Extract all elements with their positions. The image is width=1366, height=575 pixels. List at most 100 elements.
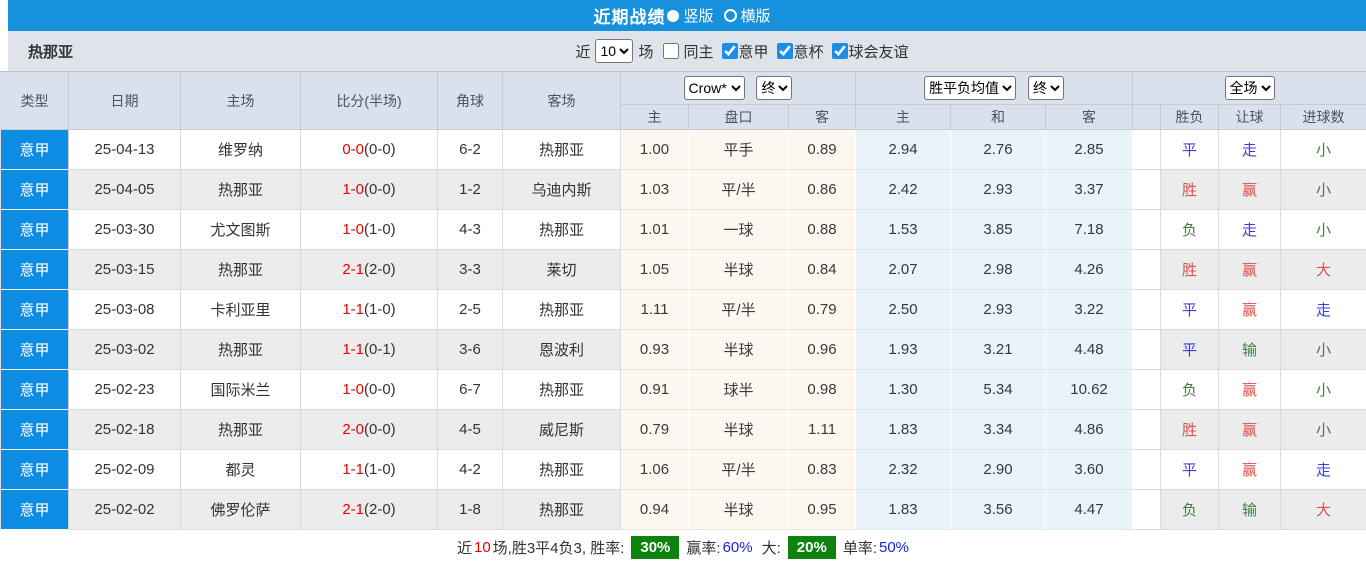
handicap-result: 赢: [1219, 370, 1282, 410]
handicap-result: 输: [1219, 330, 1282, 370]
match-date: 25-03-08: [69, 290, 181, 330]
odds-company-select[interactable]: Crow*: [683, 76, 745, 100]
fulltime-score: 2-1: [342, 501, 364, 518]
league-checkbox-serie-a[interactable]: [721, 43, 738, 59]
home-team[interactable]: 都灵: [181, 450, 301, 490]
header-handicap-result: 让球: [1219, 105, 1282, 130]
halftime-score: (0-0): [364, 421, 396, 438]
header-home: 主场: [181, 72, 301, 130]
away-team[interactable]: 乌迪内斯: [503, 170, 621, 210]
match-row: 意甲 25-04-05 热那亚 1-0(0-0) 1-2 乌迪内斯 1.03 平…: [1, 170, 1366, 210]
horizontal-layout-label[interactable]: 横版: [741, 5, 771, 26]
header-date: 日期: [69, 72, 181, 130]
avg-home-odds: 2.50: [856, 290, 951, 330]
avg-draw-odds: 2.93: [951, 290, 1046, 330]
league-checkbox-coppa-italia[interactable]: [776, 43, 793, 59]
corners: 3-6: [438, 330, 503, 370]
halftime-score: (0-0): [364, 381, 396, 398]
goal-result: 大: [1281, 250, 1366, 290]
handicap-result: 输: [1219, 490, 1282, 530]
recent-count-select[interactable]: 10: [595, 39, 634, 63]
handicap-away-odds: 0.79: [789, 290, 856, 330]
goal-result: 走: [1281, 290, 1366, 330]
away-team[interactable]: 热那亚: [503, 490, 621, 530]
handicap-line: 半球: [689, 250, 789, 290]
avg-draw-odds: 2.90: [951, 450, 1046, 490]
home-team[interactable]: 国际米兰: [181, 370, 301, 410]
single-rate-label: 单率:: [842, 539, 877, 557]
home-team[interactable]: 维罗纳: [181, 130, 301, 170]
handicap-away-odds: 0.84: [789, 250, 856, 290]
score-cell: 1-1(1-0): [301, 290, 438, 330]
spacer-cell: [1133, 370, 1162, 410]
avg-home-odds: 2.42: [856, 170, 951, 210]
home-team[interactable]: 佛罗伦萨: [181, 490, 301, 530]
away-team[interactable]: 热那亚: [503, 450, 621, 490]
halftime-score: (1-0): [364, 221, 396, 238]
handicap-home-odds: 0.93: [621, 330, 689, 370]
handicap-home-odds: 0.94: [621, 490, 689, 530]
match-result: 负: [1161, 370, 1220, 410]
match-row: 意甲 25-02-02 佛罗伦萨 2-1(2-0) 1-8 热那亚 0.94 半…: [1, 490, 1366, 530]
league-badge: 意甲: [1, 290, 69, 330]
halftime-score: (1-0): [364, 301, 396, 318]
avg-odds-select[interactable]: 胜平负均值: [924, 76, 1017, 100]
home-team[interactable]: 卡利亚里: [181, 290, 301, 330]
header-result: 胜负: [1161, 105, 1220, 130]
handicap-home-odds: 0.79: [621, 410, 689, 450]
away-team[interactable]: 热那亚: [503, 210, 621, 250]
vertical-layout-radio-icon[interactable]: [667, 9, 680, 22]
away-team[interactable]: 恩波利: [503, 330, 621, 370]
fulltime-score: 1-0: [342, 221, 364, 238]
handicap-home-odds: 1.03: [621, 170, 689, 210]
handicap-section-header: Crow* 终: [621, 72, 856, 105]
avg-home-odds: 2.07: [856, 250, 951, 290]
score-cell: 1-0(0-0): [301, 370, 438, 410]
vertical-layout-label[interactable]: 竖版: [683, 5, 713, 26]
home-team[interactable]: 热那亚: [181, 330, 301, 370]
home-team[interactable]: 热那亚: [181, 170, 301, 210]
header-handicap-home: 主: [621, 105, 689, 130]
goal-result: 小: [1281, 210, 1366, 250]
recent-results-table: 类型 日期 主场 比分(半场) 角球 客场 Crow* 终 胜平负均值 终 全场…: [0, 71, 1366, 530]
home-team[interactable]: 热那亚: [181, 250, 301, 290]
match-date: 25-02-09: [69, 450, 181, 490]
odds-company-time-select[interactable]: 终: [756, 76, 793, 100]
avg-home-odds: 1.83: [856, 410, 951, 450]
header-corner: 角球: [438, 72, 503, 130]
fulltime-score: 2-1: [342, 261, 364, 278]
corners: 1-2: [438, 170, 503, 210]
filterbar: 热那亚 近 10 场 同主 意甲 意杯 球会友谊: [8, 31, 1366, 71]
footer-match-count: 10: [473, 538, 491, 556]
avg-odds-time-select[interactable]: 终: [1027, 76, 1064, 100]
match-row: 意甲 25-02-18 热那亚 2-0(0-0) 4-5 威尼斯 0.79 半球…: [1, 410, 1366, 450]
home-team[interactable]: 热那亚: [181, 410, 301, 450]
handicap-rate-value: 60%: [722, 538, 753, 556]
horizontal-layout-radio-icon[interactable]: [723, 9, 737, 22]
big-rate-label: 大:: [761, 539, 781, 557]
match-date: 25-04-05: [69, 170, 181, 210]
away-team[interactable]: 热那亚: [503, 370, 621, 410]
away-team[interactable]: 莱切: [503, 250, 621, 290]
handicap-away-odds: 0.98: [789, 370, 856, 410]
handicap-home-odds: 1.11: [621, 290, 689, 330]
goal-result: 小: [1281, 410, 1366, 450]
away-team[interactable]: 威尼斯: [503, 410, 621, 450]
team-name: 热那亚: [28, 43, 74, 61]
away-team[interactable]: 热那亚: [503, 290, 621, 330]
league-badge: 意甲: [1, 130, 69, 170]
league-checkbox-club-friendly[interactable]: [831, 43, 848, 59]
handicap-line: 半球: [689, 330, 789, 370]
handicap-home-odds: 1.06: [621, 450, 689, 490]
same-home-checkbox[interactable]: [663, 43, 680, 59]
scope-select[interactable]: 全场: [1224, 76, 1275, 100]
header-handicap: 盘口: [689, 105, 789, 130]
avg-draw-odds: 3.85: [951, 210, 1046, 250]
corners: 1-8: [438, 490, 503, 530]
fulltime-score: 1-1: [342, 301, 364, 318]
footer-summary: 场,胜3平4负3, 胜率:: [492, 539, 625, 557]
home-team[interactable]: 尤文图斯: [181, 210, 301, 250]
match-row: 意甲 25-03-08 卡利亚里 1-1(1-0) 2-5 热那亚 1.11 平…: [1, 290, 1366, 330]
away-team[interactable]: 热那亚: [503, 130, 621, 170]
header-spacer: [1133, 105, 1162, 130]
